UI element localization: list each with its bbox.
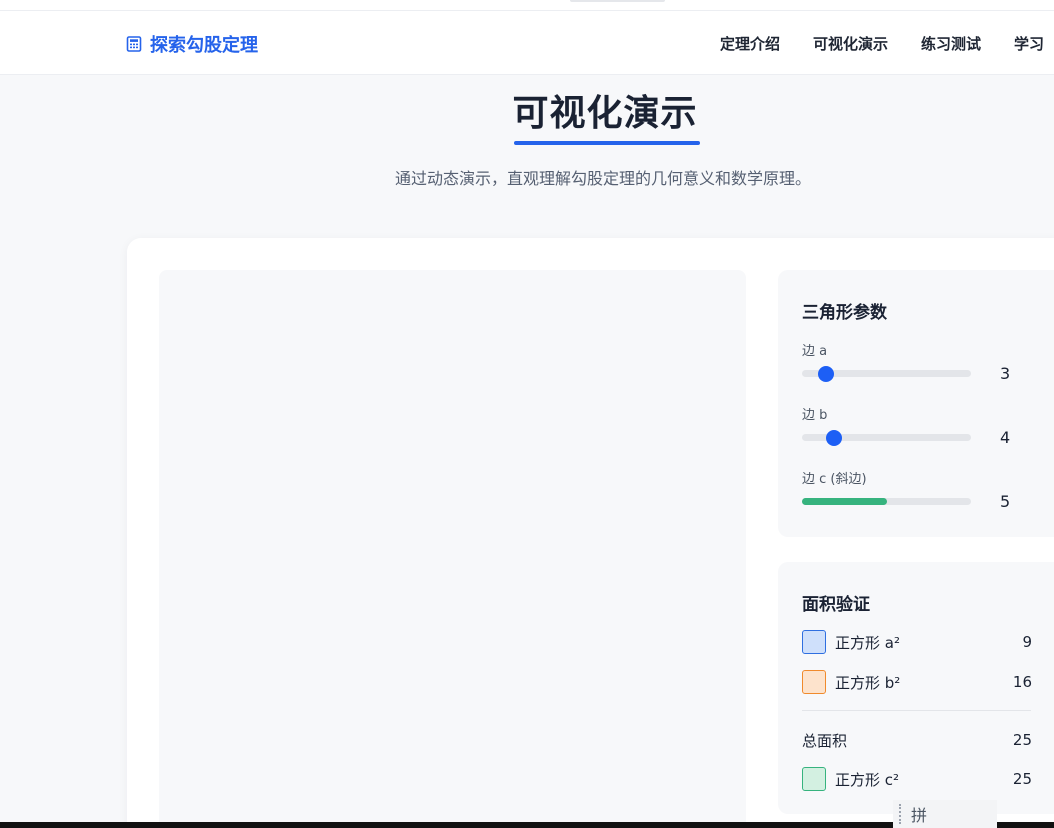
- square-b-swatch: [802, 670, 826, 694]
- total-area-label: 总面积: [802, 731, 848, 750]
- square-c-value: 25: [1012, 770, 1032, 788]
- ime-pinyin-icon[interactable]: 拼: [911, 802, 927, 826]
- square-a-swatch: [802, 630, 826, 654]
- slider-b[interactable]: [802, 430, 971, 446]
- slider-a-label: 边 a: [802, 344, 828, 359]
- slider-a[interactable]: [802, 366, 971, 382]
- area-row-b: 正方形 b² 16: [802, 670, 1032, 694]
- triangle-params-panel: 三角形参数 边 a 3 边 b 4 边 c (斜边) 5: [778, 270, 1054, 537]
- section-title: 可视化演示: [512, 93, 698, 134]
- nav-item-learning[interactable]: 学习: [1014, 33, 1044, 54]
- slider-b-thumb[interactable]: [826, 430, 843, 446]
- area-divider: [802, 710, 1031, 711]
- calculator-icon: [126, 36, 142, 52]
- square-b-label: 正方形 b²: [835, 673, 901, 692]
- top-handle: [570, 0, 665, 2]
- square-a-value: 9: [1022, 633, 1032, 651]
- visualization-canvas[interactable]: [159, 270, 746, 828]
- square-a-label: 正方形 a²: [835, 633, 900, 652]
- square-c-swatch: [802, 767, 826, 791]
- section-subtitle: 通过动态演示，直观理解勾股定理的几何意义和数学原理。: [394, 169, 811, 188]
- square-c-label: 正方形 c²: [835, 770, 900, 789]
- nav-item-practice[interactable]: 练习测试: [921, 33, 981, 54]
- slider-a-value: 3: [1000, 364, 1011, 383]
- area-row-c: 正方形 c² 25: [802, 767, 1032, 791]
- ime-toolbar[interactable]: 拼: [893, 800, 997, 828]
- hypotenuse-fill: [802, 498, 887, 505]
- slider-a-thumb[interactable]: [817, 366, 834, 382]
- slider-b-value: 4: [1000, 428, 1011, 447]
- square-b-value: 16: [1012, 673, 1032, 691]
- navbar: 探索勾股定理 定理介绍 可视化演示 练习测试 学习: [0, 10, 1054, 75]
- slider-c-label: 边 c (斜边): [802, 472, 867, 487]
- ime-grip-handle[interactable]: [899, 804, 903, 824]
- slider-b-label: 边 b: [802, 408, 828, 423]
- params-title: 三角形参数: [802, 303, 887, 323]
- top-browser-strip: [0, 0, 1054, 10]
- hypotenuse-bar: [802, 498, 971, 505]
- total-area-value: 25: [1012, 731, 1032, 749]
- nav-item-visual-demo[interactable]: 可视化演示: [813, 33, 888, 54]
- brand-title: 探索勾股定理: [150, 35, 258, 56]
- area-row-a: 正方形 a² 9: [802, 630, 1032, 654]
- slider-c-value: 5: [1000, 492, 1011, 511]
- area-verification-panel: 面积验证 正方形 a² 9 正方形 b² 16 总面积 25 正方形 c² 25: [778, 562, 1054, 814]
- area-row-total: 总面积 25: [802, 728, 1032, 752]
- title-underline: [514, 141, 700, 145]
- area-title: 面积验证: [802, 595, 870, 615]
- brand-link[interactable]: 探索勾股定理: [126, 31, 258, 57]
- nav-item-intro[interactable]: 定理介绍: [720, 33, 780, 54]
- main-nav: 定理介绍 可视化演示 练习测试 学习: [720, 33, 1054, 54]
